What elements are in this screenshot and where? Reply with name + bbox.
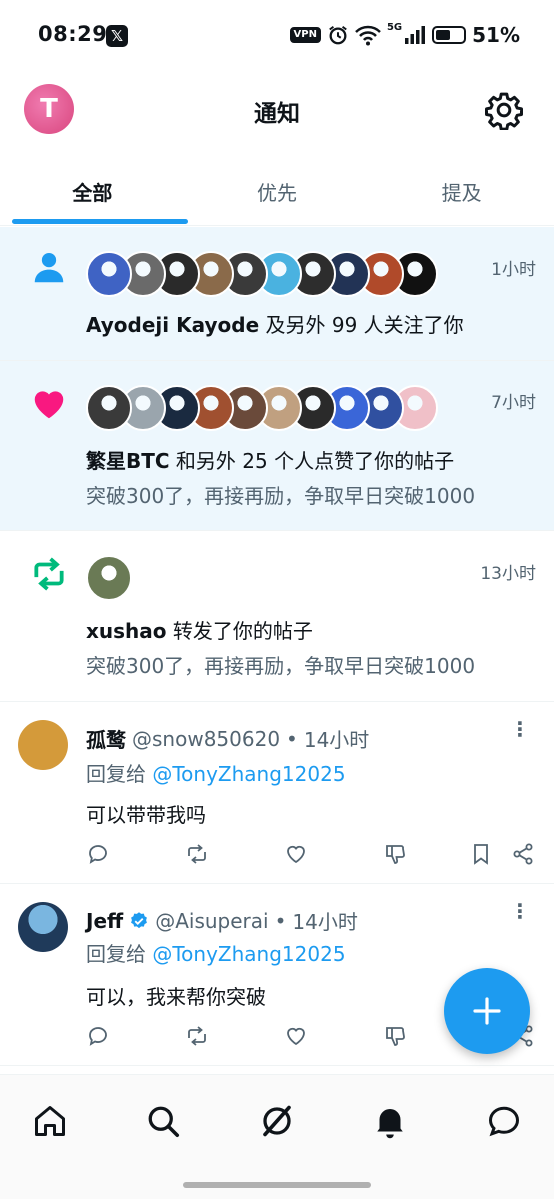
notification-time: 13小时 [480, 564, 536, 584]
notification-text: xushao 转发了你的帖子 [86, 615, 313, 644]
status-icons: VPN 5G 51% [289, 22, 520, 48]
follower-avatars[interactable] [86, 251, 438, 297]
post-time: 14小时 [303, 728, 370, 752]
reply-prefix: 回复给 [86, 942, 153, 966]
grok-icon[interactable] [259, 1103, 295, 1139]
home-indicator [183, 1182, 371, 1188]
plus-icon [473, 997, 501, 1025]
home-icon[interactable] [32, 1103, 68, 1139]
notification-tabs: 全部 优先 提及 [0, 152, 554, 226]
network-label: 5G [386, 22, 403, 33]
verified-badge-icon [131, 911, 148, 928]
battery-icon [432, 26, 467, 44]
mention-link[interactable]: @TonyZhang12025 [152, 942, 345, 966]
post-snippet: 突破300了，再接再励，争取早日突破1000 [86, 654, 476, 678]
search-icon[interactable] [145, 1103, 181, 1139]
author-name[interactable]: 孤鹜 [86, 724, 126, 753]
vpn-icon: VPN [289, 27, 321, 43]
post-time: 14小时 [292, 910, 358, 934]
battery-percent: 51% [472, 23, 520, 47]
person-icon [34, 252, 64, 283]
page-title: 通知 [254, 101, 300, 127]
post-body: 可以带带我吗 [86, 803, 206, 827]
avatar[interactable] [18, 720, 68, 770]
status-time: 08:29 [38, 22, 108, 46]
notification-time: 7小时 [491, 393, 536, 413]
actor-name[interactable]: xushao [86, 619, 167, 643]
status-bar: 08:29 𝕏 VPN 5G 51% [0, 0, 554, 72]
avatar[interactable] [86, 555, 132, 601]
separator-dot: • [286, 726, 298, 751]
x-app-badge-icon: 𝕏 [106, 25, 128, 47]
like-icon[interactable] [284, 1024, 308, 1048]
bottom-navigation [0, 1074, 554, 1199]
header: T 通知 [0, 72, 554, 152]
alarm-icon [329, 25, 347, 45]
post-actions [86, 842, 538, 870]
settings-gear-icon[interactable] [484, 90, 524, 130]
notification-text: 繁星BTC 和另外 25 个人点赞了你的帖子 [86, 445, 454, 474]
reply-icon[interactable] [86, 842, 110, 866]
notifications-bell-icon[interactable] [372, 1103, 408, 1139]
reply-context: 回复给 @TonyZhang12025 [86, 938, 346, 967]
messages-icon[interactable] [486, 1103, 522, 1139]
post-body: 可以，我来帮你突破 [86, 985, 266, 1009]
share-icon[interactable] [511, 842, 535, 866]
heart-icon [34, 391, 64, 419]
notification-follow[interactable]: 1小时 Ayodeji Kayode 及另外 99 人关注了你 [0, 227, 554, 361]
separator-dot: • [274, 908, 287, 933]
author-handle[interactable]: @snow850620 [132, 727, 280, 751]
reposter-avatar[interactable] [86, 555, 132, 601]
notification-time: 1小时 [491, 260, 536, 280]
post-snippet: 突破300了，再接再励，争取早日突破1000 [86, 484, 476, 508]
wifi-icon [355, 25, 381, 46]
repost-icon[interactable] [185, 842, 209, 866]
tab-priority[interactable]: 优先 [185, 152, 370, 225]
notification-repost[interactable]: 13小时 xushao 转发了你的帖子 突破300了，再接再励，争取早日突破10… [0, 531, 554, 702]
reply-context: 回复给 @TonyZhang12025 [86, 758, 346, 787]
mention-link[interactable]: @TonyZhang12025 [152, 762, 345, 786]
tab-mentions[interactable]: 提及 [369, 152, 554, 225]
liker-avatars[interactable] [86, 385, 438, 431]
notification-message: 和另外 25 个人点赞了你的帖子 [169, 449, 455, 473]
author-handle[interactable]: @Aisuperai [155, 909, 268, 933]
bookmark-icon[interactable] [469, 842, 493, 866]
tab-all[interactable]: 全部 [0, 152, 185, 225]
more-options-icon[interactable]: ⋮ [510, 901, 530, 921]
notification-message: 及另外 99 人关注了你 [259, 313, 464, 337]
more-options-icon[interactable]: ⋮ [510, 719, 530, 739]
dislike-icon[interactable] [383, 1024, 407, 1048]
avatar[interactable] [86, 385, 132, 431]
repost-icon [34, 557, 64, 591]
signal-icon [405, 26, 426, 44]
post-header: Jeff @Aisuperai • 14小时 [86, 906, 358, 935]
actor-name[interactable]: Ayodeji Kayode [86, 313, 259, 337]
notification-like[interactable]: 7小时 繁星BTC 和另外 25 个人点赞了你的帖子 突破300了，再接再励，争… [0, 361, 554, 531]
notification-message: 转发了你的帖子 [166, 619, 313, 643]
compose-button[interactable] [444, 968, 530, 1054]
avatar[interactable] [86, 251, 132, 297]
reply-post[interactable]: 孤鹜 @snow850620 • 14小时 ⋮ 回复给 @TonyZhang12… [0, 702, 554, 884]
notification-text: Ayodeji Kayode 及另外 99 人关注了你 [86, 309, 464, 338]
post-header: 孤鹜 @snow850620 • 14小时 [86, 724, 369, 753]
repost-icon[interactable] [185, 1024, 209, 1048]
dislike-icon[interactable] [383, 842, 407, 866]
reply-icon[interactable] [86, 1024, 110, 1048]
reply-prefix: 回复给 [86, 762, 153, 786]
actor-name[interactable]: 繁星BTC [86, 449, 170, 473]
avatar[interactable] [18, 902, 68, 952]
like-icon[interactable] [284, 842, 308, 866]
active-tab-indicator [12, 219, 188, 224]
author-name[interactable]: Jeff [86, 909, 123, 933]
